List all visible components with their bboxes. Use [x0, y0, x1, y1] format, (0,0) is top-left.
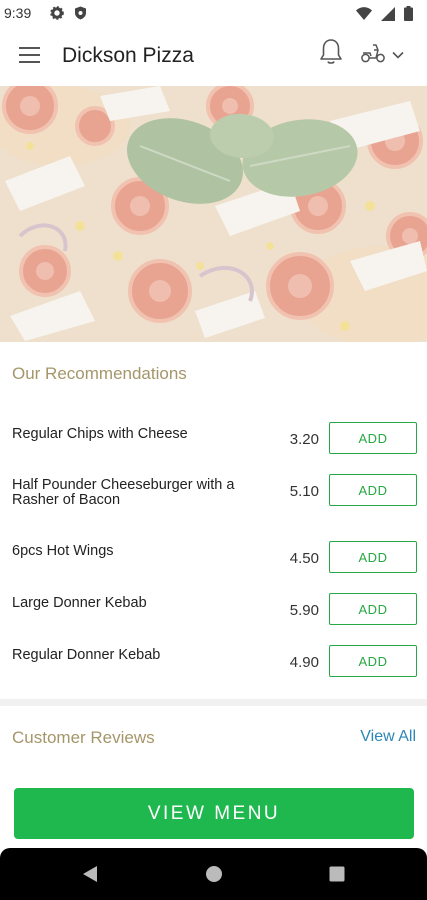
shield-icon — [74, 6, 87, 25]
item-name: Half Pounder Cheeseburger with a Rasher … — [12, 477, 235, 508]
item-price: 4.50 — [289, 550, 319, 567]
item-price: 4.90 — [289, 654, 319, 671]
recents-icon[interactable] — [329, 866, 345, 887]
scooter-icon — [360, 42, 386, 69]
recommendations-title: Our Recommendations — [12, 364, 187, 383]
page-title: Dickson Pizza — [62, 44, 194, 67]
status-bar: 9:39 — [0, 0, 427, 28]
item-name: 6pcs Hot Wings — [12, 543, 114, 559]
item-price: 3.20 — [289, 431, 319, 448]
add-button[interactable]: ADD — [329, 593, 417, 625]
bell-icon[interactable] — [318, 38, 344, 66]
item-name: Large Donner Kebab — [12, 595, 147, 611]
item-price: 5.90 — [289, 602, 319, 619]
chevron-down-icon — [392, 46, 404, 64]
home-icon[interactable] — [205, 865, 223, 888]
status-time: 9:39 — [4, 5, 32, 21]
item-name: Regular Donner Kebab — [12, 647, 161, 663]
add-button[interactable]: ADD — [329, 541, 417, 573]
view-menu-button[interactable]: VIEW MENU — [14, 788, 414, 839]
view-all-link[interactable]: View All — [360, 728, 416, 746]
back-icon[interactable] — [82, 865, 98, 888]
delivery-mode-selector[interactable] — [360, 42, 412, 68]
gear-icon — [50, 6, 64, 25]
reviews-title: Customer Reviews — [12, 728, 155, 747]
hamburger-menu-icon[interactable] — [18, 45, 42, 65]
status-right-icons — [356, 6, 413, 26]
battery-icon — [404, 6, 413, 26]
app-bar: Dickson Pizza — [0, 28, 427, 86]
item-price: 5.10 — [289, 483, 319, 500]
wifi-icon — [356, 7, 372, 25]
add-button[interactable]: ADD — [329, 645, 417, 677]
hero-image — [0, 86, 427, 342]
section-divider — [0, 699, 427, 706]
add-button[interactable]: ADD — [329, 474, 417, 506]
signal-icon — [381, 6, 395, 26]
add-button[interactable]: ADD — [329, 422, 417, 454]
status-left-icons — [50, 6, 87, 25]
item-name: Regular Chips with Cheese — [12, 426, 188, 442]
system-nav-bar — [0, 848, 427, 900]
